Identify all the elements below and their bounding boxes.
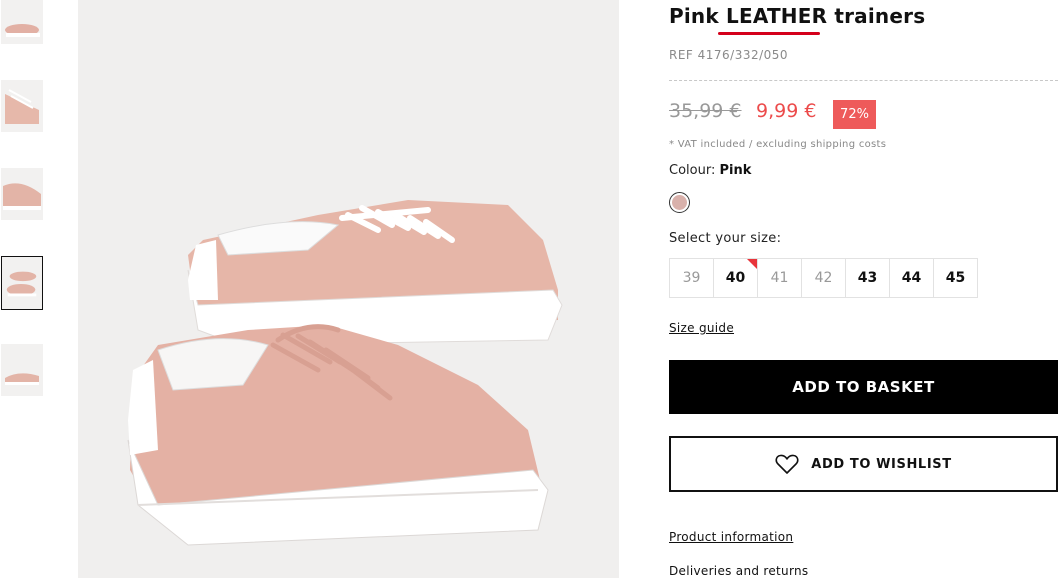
size-selector: 39 40 41 42 43 44 45 bbox=[669, 258, 978, 298]
discount-badge: 72% bbox=[833, 100, 876, 129]
thumbnail-2[interactable] bbox=[1, 80, 43, 132]
shoe-back-illustration bbox=[187, 200, 563, 346]
add-to-basket-button[interactable]: ADD TO BASKET bbox=[669, 360, 1058, 414]
thumbnail-1[interactable] bbox=[1, 0, 43, 44]
size-option-44[interactable]: 44 bbox=[889, 258, 934, 298]
add-to-wishlist-button[interactable]: ADD TO WISHLIST bbox=[669, 436, 1058, 492]
main-product-image[interactable] bbox=[78, 0, 619, 578]
thumbnail-5[interactable] bbox=[1, 344, 43, 396]
divider bbox=[669, 80, 1058, 81]
size-option-43[interactable]: 43 bbox=[845, 258, 890, 298]
colour-row: Colour: Pink bbox=[669, 163, 751, 178]
size-guide-link[interactable]: Size guide bbox=[669, 321, 734, 335]
size-label: Select your size: bbox=[669, 231, 782, 246]
product-title: Pink LEATHER trainers bbox=[669, 4, 926, 28]
shoe-front-illustration bbox=[127, 324, 549, 546]
thumbnail-3[interactable] bbox=[1, 168, 43, 220]
colour-label: Colour: bbox=[669, 163, 716, 178]
original-price: 35,99 € bbox=[669, 100, 742, 122]
size-option-41[interactable]: 41 bbox=[757, 258, 802, 298]
size-option-45[interactable]: 45 bbox=[933, 258, 978, 298]
wishlist-label: ADD TO WISHLIST bbox=[811, 456, 952, 472]
product-information-link[interactable]: Product information bbox=[669, 530, 793, 544]
size-option-39[interactable]: 39 bbox=[669, 258, 714, 298]
product-reference: REF 4176/332/050 bbox=[669, 48, 789, 62]
low-stock-flag bbox=[747, 259, 757, 269]
thumbnail-gallery bbox=[0, 0, 46, 578]
heart-icon bbox=[775, 454, 799, 474]
colour-value: Pink bbox=[719, 163, 752, 178]
thumbnail-4[interactable] bbox=[1, 256, 43, 310]
deliveries-returns-link[interactable]: Deliveries and returns bbox=[669, 564, 808, 578]
size-option-40-label: 40 bbox=[725, 270, 746, 286]
vat-note: * VAT included / excluding shipping cost… bbox=[669, 139, 887, 150]
colour-swatch-pink[interactable] bbox=[669, 192, 690, 213]
spellcheck-underline bbox=[718, 32, 820, 35]
size-option-40[interactable]: 40 bbox=[713, 258, 758, 298]
sale-price: 9,99 € bbox=[756, 100, 817, 122]
size-option-42[interactable]: 42 bbox=[801, 258, 846, 298]
